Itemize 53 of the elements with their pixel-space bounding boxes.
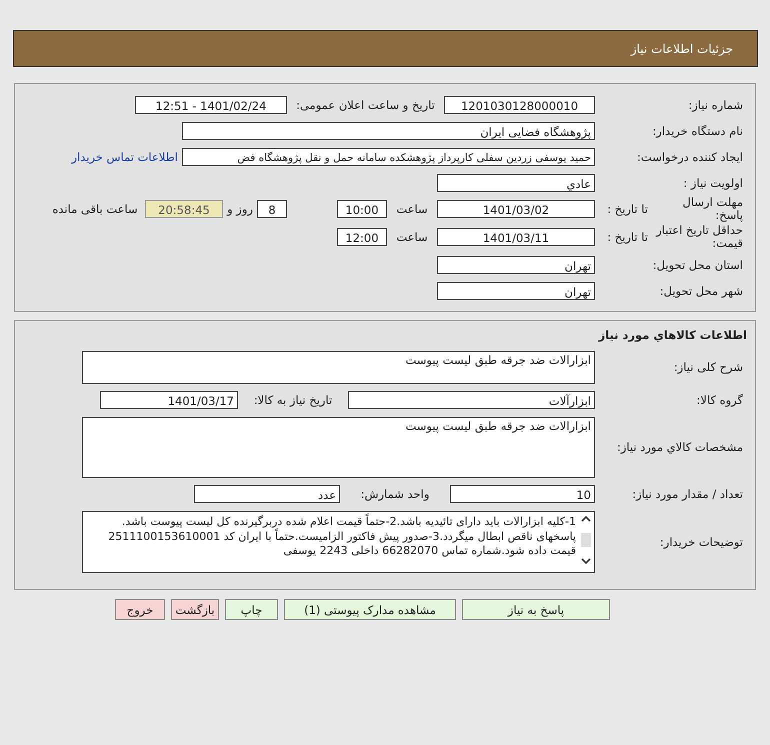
field-label: تا تاریخ : (606, 202, 649, 216)
text-field[interactable]: عادي (437, 174, 595, 192)
text-field[interactable]: ابزارآلات (348, 391, 595, 409)
text-field[interactable]: 1401/03/17 (100, 391, 238, 409)
notes-text: 1-کلیه ابزارالات باید دارای تائیدیه باشد.2-حتماً قیمت اعلام شده دربرگیرنده کل لیست پیوست باشد. پاسخهای ناقص ابطال میگردد.3-صدور پیش فاکتور الزامیست.حتماً با ایران کد 2511100153610001 قیمت داده شود.شماره تماس 66282070 داخلی 2243 یوسفی (107, 515, 577, 559)
field-label: ساعت باقی مانده (51, 202, 139, 216)
field-label: اولویت نیاز : (682, 176, 744, 190)
field-label: توضیحات خریدار: (658, 535, 744, 549)
action-button[interactable]: چاپ (225, 599, 278, 620)
field-label: شماره نیاز: (687, 98, 744, 112)
field-label: ایجاد کننده درخواست: (636, 150, 744, 164)
text-field[interactable]: ابزارالات ضد جرقه طبق لیست پیوست (82, 350, 595, 384)
field-label: مشخصات کالاي مورد نياز: (616, 440, 744, 454)
field-label: واحد شمارش: (360, 487, 430, 501)
action-button[interactable]: بازگشت (171, 599, 219, 620)
text-field[interactable]: پژوهشگاه فضایی ایران (182, 122, 595, 140)
action-button[interactable]: پاسخ به نیاز (462, 599, 610, 620)
field-label: استان محل تحویل: (652, 258, 744, 272)
text-field[interactable]: 10 (450, 485, 595, 503)
field-label: تا تاریخ : (606, 230, 649, 244)
section-title: اطلاعات کالاهاي مورد نياز (597, 327, 748, 344)
field-label: ساعت (395, 202, 429, 216)
text-field[interactable]: 1401/03/02 (437, 200, 595, 218)
text-field[interactable]: تهران (437, 256, 595, 274)
text-field[interactable]: تهران (437, 282, 595, 300)
text-field[interactable]: حمید یوسفی زردین سفلی کارپرداز پژوهشکده سامانه حمل و نقل پژوهشگاه فض (182, 148, 595, 166)
action-button[interactable]: مشاهده مدارک پیوستی (1) (284, 599, 456, 620)
text-field[interactable]: 10:00 (337, 200, 387, 218)
countdown-field: 20:58:45 (145, 200, 223, 218)
field-label: مهلت ارسال پاسخ: (682, 196, 744, 222)
text-area[interactable] (82, 511, 595, 573)
text-field[interactable]: 1201030128000010 (444, 96, 595, 114)
text-field[interactable]: عدد (194, 485, 340, 503)
field-label: گروه کالا: (696, 393, 744, 407)
text-field[interactable]: 8 (257, 200, 287, 218)
field-label: تاریخ و ساعت اعلان عمومی: (295, 98, 436, 112)
text-field[interactable]: 12:00 (337, 228, 387, 246)
field-label: ساعت (395, 230, 429, 244)
field-label: روز و (226, 202, 254, 216)
page-title: جزئیات اطلاعات نیاز (630, 42, 733, 56)
field-label: نام دستگاه خریدار: (651, 124, 744, 138)
action-button[interactable]: خروج (115, 599, 165, 620)
field-label: تعداد / مقدار مورد نیاز: (631, 487, 744, 501)
scroll-up-icon[interactable] (581, 515, 591, 523)
field-label: شهر محل تحویل: (658, 284, 744, 298)
contact-link[interactable]: اطلاعات تماس خریدار (71, 150, 178, 164)
text-field[interactable]: ابزارالات ضد جرقه طبق لیست پیوست (82, 416, 595, 478)
field-label: تاریخ نیاز به کالا: (252, 393, 334, 407)
field-label: شرح کلی نیاز: (672, 360, 744, 374)
scroll-down-icon[interactable] (581, 557, 591, 565)
text-field[interactable]: 1401/02/24 - 12:51 (135, 96, 287, 114)
text-field[interactable]: 1401/03/11 (437, 228, 595, 246)
field-label: حداقل تاریخ اعتبار قیمت: (654, 224, 744, 250)
